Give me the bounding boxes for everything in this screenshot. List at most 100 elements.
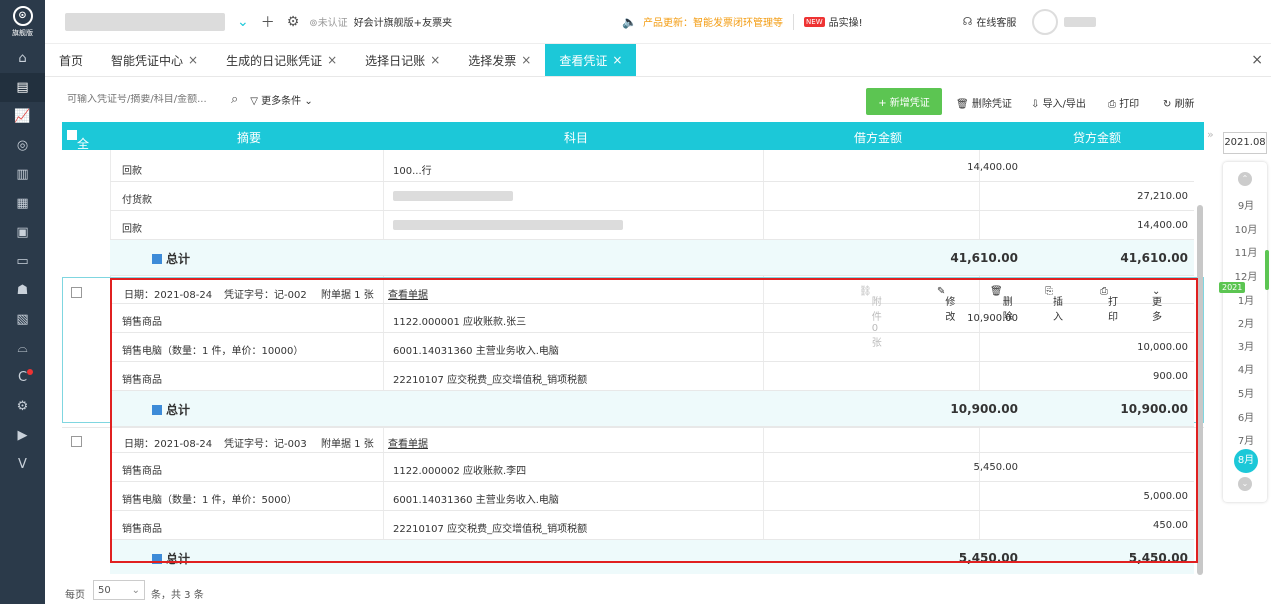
- period-scroll-indicator[interactable]: [1265, 250, 1269, 290]
- sidebar: ⊙ 旗舰版 ⌂ ▤ 📈 ◎ ▥ ▦ ▣ ▭ ☗ ▧ ⌓ C ⚙ ▶ V: [0, 0, 45, 604]
- table-row[interactable]: 回款 100...行 14,400.00: [110, 153, 1194, 182]
- tab-select-invoice[interactable]: 选择发票 ×: [454, 44, 545, 76]
- close-icon[interactable]: ×: [327, 53, 337, 67]
- pagination: 每页 50 ⌄ 条，共 3 条: [45, 574, 1205, 604]
- select-all-checkbox[interactable]: 全选: [67, 128, 89, 168]
- new-voucher-button[interactable]: + 新增凭证: [866, 88, 942, 115]
- voucher-checkbox[interactable]: [71, 287, 82, 298]
- account-blurred: [393, 191, 513, 201]
- settings-group-icon[interactable]: ⌓: [0, 334, 45, 363]
- close-all-icon[interactable]: ×: [1251, 52, 1263, 68]
- tab-smart-voucher[interactable]: 智能凭证中心 ×: [97, 44, 212, 76]
- speaker-icon: 🔈: [622, 14, 638, 29]
- per-page-select[interactable]: 50 ⌄: [93, 580, 145, 600]
- print-button[interactable]: ⎙ 打印: [1108, 95, 1139, 110]
- app-logo[interactable]: ⊙ 旗舰版: [0, 0, 45, 44]
- tax-icon[interactable]: ▧: [0, 305, 45, 334]
- month-item[interactable]: 12月: [1225, 268, 1267, 283]
- auth-status[interactable]: ⊚未认证: [309, 14, 347, 29]
- edit-button[interactable]: ✎ 修改: [937, 286, 955, 323]
- invoice-icon[interactable]: ▣: [0, 218, 45, 247]
- total-icon: [152, 405, 162, 415]
- view-attachment-link[interactable]: 查看单据: [388, 286, 428, 301]
- ledger-icon[interactable]: ▥: [0, 160, 45, 189]
- month-item[interactable]: 9月: [1225, 197, 1267, 212]
- import-export-button[interactable]: ⇩ 导入/导出: [1031, 95, 1086, 110]
- voucher-checkbox[interactable]: [71, 436, 82, 447]
- company-name-blurred[interactable]: [65, 12, 225, 31]
- salary-icon[interactable]: ☗: [0, 276, 45, 305]
- month-item[interactable]: 7月: [1225, 432, 1267, 447]
- tab-journal-voucher[interactable]: 生成的日记账凭证 ×: [212, 44, 351, 76]
- month-item[interactable]: 2月: [1225, 315, 1267, 330]
- total-label: 总计: [152, 550, 190, 567]
- practice-link[interactable]: 品实操!: [829, 14, 863, 29]
- delete-button[interactable]: 🗑 删除: [990, 286, 1013, 323]
- money-icon[interactable]: ◎: [0, 131, 45, 160]
- month-item[interactable]: 1月: [1225, 292, 1267, 307]
- chevron-down-icon[interactable]: ⌄: [1238, 477, 1252, 491]
- chevron-down-icon[interactable]: ⌄: [237, 14, 249, 30]
- more-filters[interactable]: ▽ 更多条件 ⌄: [250, 92, 312, 107]
- search-input[interactable]: [67, 94, 217, 105]
- v-icon[interactable]: V: [0, 450, 45, 479]
- month-item[interactable]: 5月: [1225, 385, 1267, 400]
- view-attachment-link[interactable]: 查看单据: [388, 435, 428, 450]
- table-row[interactable]: 销售电脑（数量：1 件，单价：5000） 6001.14031360 主营业务收…: [110, 482, 1194, 511]
- table-row[interactable]: 回款 14,400.00: [110, 211, 1194, 240]
- table-row[interactable]: 销售电脑（数量：1 件，单价：10000） 6001.14031360 主营业务…: [110, 333, 1194, 362]
- month-selected[interactable]: 8月: [1234, 449, 1258, 473]
- account-blurred: [393, 220, 623, 230]
- chart-icon[interactable]: 📈: [0, 102, 45, 131]
- logo-icon: ⊙: [12, 6, 33, 26]
- close-icon[interactable]: ×: [521, 53, 531, 67]
- table-row[interactable]: 销售商品 1122.000002 应收账款.李四 5,450.00: [110, 453, 1194, 482]
- table-row[interactable]: 付货款 27,210.00: [110, 182, 1194, 211]
- avatar[interactable]: [1032, 8, 1059, 35]
- header-debit: 借方金额: [854, 131, 903, 145]
- period-current[interactable]: 2021.08: [1223, 132, 1267, 154]
- voucher-header: 日期：2021-08-24 凭证字号：记-003 附单据 1 张 查看单据: [110, 428, 1194, 453]
- period-panel: » 2021.08 ⌃ 9月 10月 11月 12月 2021 1月 2月 3月…: [1205, 122, 1271, 604]
- refresh-button[interactable]: ↻ 刷新: [1163, 95, 1195, 110]
- table-row[interactable]: 销售商品 1122.000001 应收账款.张三 10,900.00: [110, 304, 1194, 333]
- video-icon[interactable]: ▶: [0, 421, 45, 450]
- c-app-icon[interactable]: C: [0, 363, 45, 392]
- search-icon[interactable]: ⌕: [231, 92, 238, 107]
- table-row[interactable]: 销售商品 22210107 应交税费_应交增值税_销项税额 900.00: [110, 362, 1194, 391]
- collapse-icon[interactable]: »: [1207, 128, 1214, 141]
- more-button[interactable]: 更多 ⌄: [1152, 286, 1162, 323]
- add-icon[interactable]: ＋: [261, 12, 275, 32]
- user-name-blurred[interactable]: [1064, 16, 1097, 27]
- insert-button[interactable]: ⎘ 插入: [1045, 286, 1063, 323]
- home-icon[interactable]: ⌂: [0, 44, 45, 73]
- chevron-up-icon[interactable]: ⌃: [1238, 172, 1252, 186]
- report-icon[interactable]: ▦: [0, 189, 45, 218]
- month-item[interactable]: 10月: [1225, 221, 1267, 236]
- tab-select-journal[interactable]: 选择日记账 ×: [351, 44, 454, 76]
- close-icon[interactable]: ×: [612, 53, 622, 67]
- print-voucher-button[interactable]: ⎙ 打印: [1100, 286, 1118, 323]
- tab-view-voucher[interactable]: 查看凭证 ×: [545, 44, 637, 76]
- settings-icon[interactable]: ⚙: [287, 14, 300, 30]
- online-service[interactable]: 在线客服: [976, 14, 1016, 29]
- gear-icon[interactable]: ⚙: [0, 392, 45, 421]
- header-summary: 摘要: [237, 131, 262, 145]
- month-item[interactable]: 11月: [1225, 244, 1267, 259]
- table-row[interactable]: 销售商品 22210107 应交税费_应交增值税_销项税额 450.00: [110, 511, 1194, 540]
- table-header: 全选 摘要 科目 借方金额 贷方金额: [62, 122, 1204, 168]
- close-icon[interactable]: ×: [430, 53, 440, 67]
- asset-icon[interactable]: ▭: [0, 247, 45, 276]
- toolbar: ⌕ ▽ 更多条件 ⌄ + 新增凭证 🗑 删除凭证 ⇩ 导入/导出 ⎙ 打印 ↻ …: [45, 77, 1205, 122]
- month-item[interactable]: 4月: [1225, 361, 1267, 376]
- month-item[interactable]: 3月: [1225, 338, 1267, 353]
- update-notice[interactable]: 产品更新：智能发票闭环管理等: [643, 14, 783, 29]
- voucher-total-row: 总计 10,900.00 10,900.00: [110, 391, 1194, 427]
- month-item[interactable]: 6月: [1225, 409, 1267, 424]
- voucher-icon[interactable]: ▤: [0, 73, 45, 102]
- close-icon[interactable]: ×: [188, 53, 198, 67]
- tab-home[interactable]: 首页: [45, 44, 97, 76]
- scrollbar[interactable]: [1197, 205, 1203, 575]
- delete-voucher-button[interactable]: 🗑 删除凭证: [956, 95, 1012, 110]
- edition-label: 好会计旗舰版+友票夹: [353, 18, 453, 29]
